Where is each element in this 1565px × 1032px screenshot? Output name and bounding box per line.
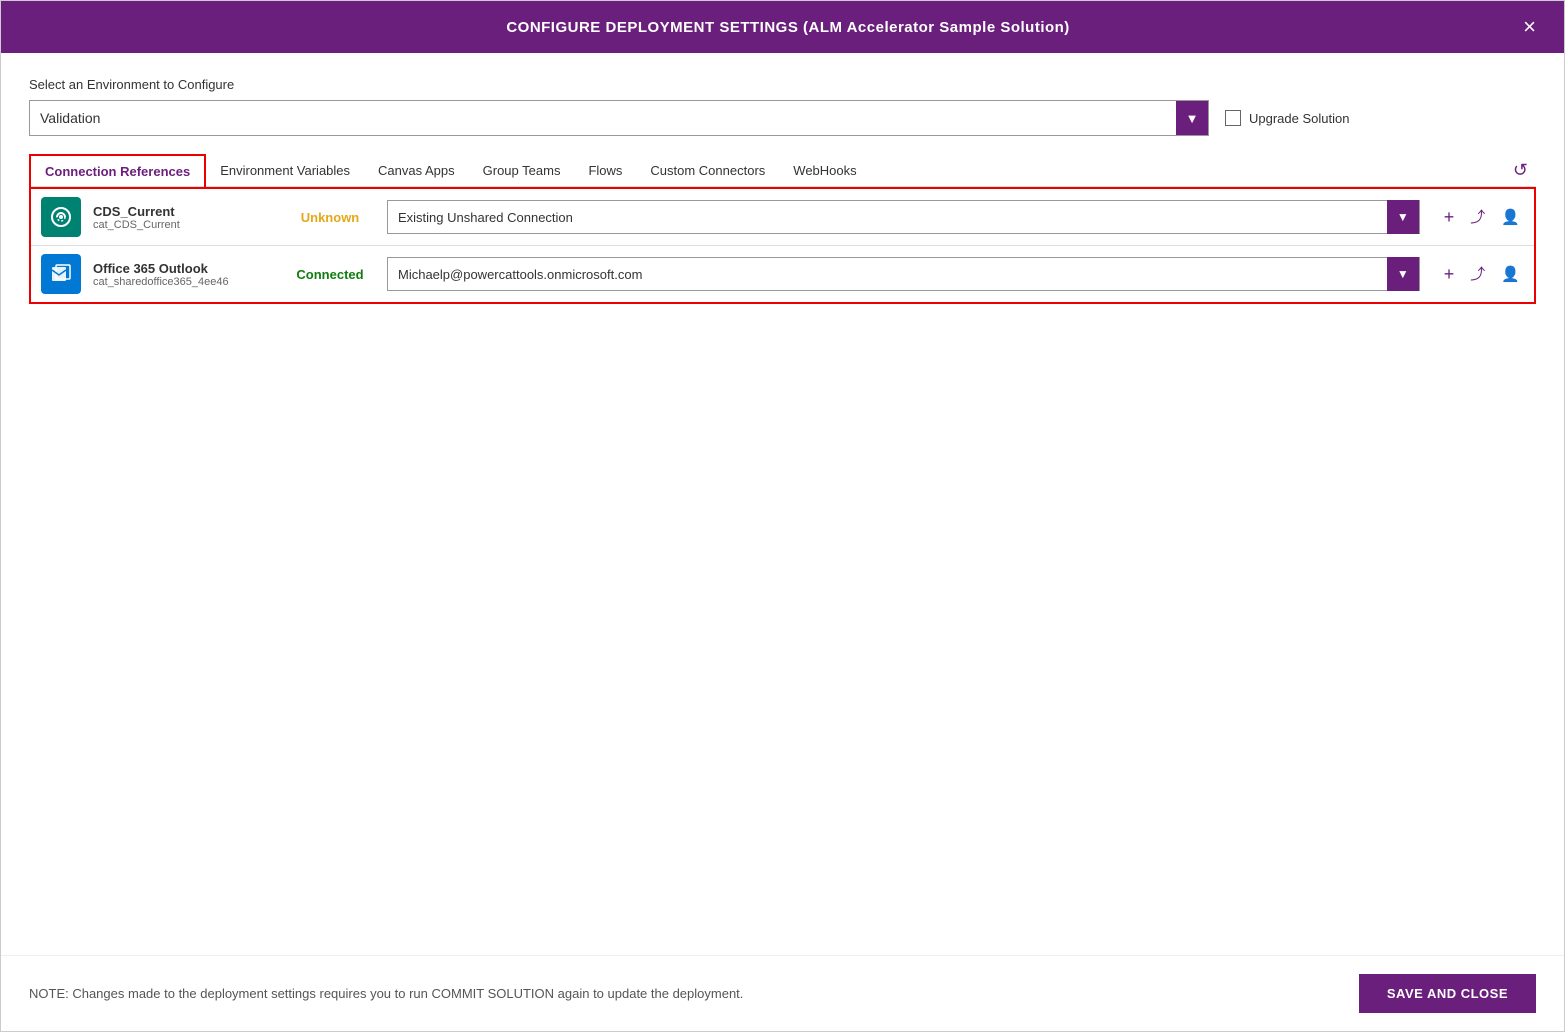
dialog-title: CONFIGURE DEPLOYMENT SETTINGS (ALM Accel… <box>57 19 1519 36</box>
outlook-open-button[interactable]: ⤴ <box>1466 265 1489 284</box>
cds-name: CDS_Current <box>93 204 273 219</box>
outlook-connection-dropdown[interactable]: Michaelp@powercattools.onmicrosoft.com ▼ <box>387 257 1420 291</box>
cds-connection-value: Existing Unshared Connection <box>398 210 573 225</box>
environment-dropdown[interactable]: Validation ▼ <box>29 100 1209 136</box>
tab-group-teams[interactable]: Group Teams <box>469 155 575 186</box>
table-row: CDS_Current cat_CDS_Current Unknown Exis… <box>31 189 1534 246</box>
outlook-subname: cat_sharedoffice365_4ee46 <box>93 276 273 288</box>
outlook-share-button[interactable]: 👤 <box>1497 265 1524 284</box>
cds-status: Unknown <box>285 210 375 225</box>
environment-dropdown-arrow: ▼ <box>1176 101 1208 135</box>
tab-connection-references[interactable]: Connection References <box>29 154 206 187</box>
refresh-icon[interactable]: ↺ <box>1505 156 1536 185</box>
tab-environment-variables[interactable]: Environment Variables <box>206 155 364 186</box>
dialog-body: Select an Environment to Configure Valid… <box>1 53 1564 955</box>
configure-deployment-dialog: CONFIGURE DEPLOYMENT SETTINGS (ALM Accel… <box>0 0 1565 1032</box>
outlook-name-block: Office 365 Outlook cat_sharedoffice365_4… <box>93 261 273 288</box>
footer-note: NOTE: Changes made to the deployment set… <box>29 986 743 1001</box>
tab-canvas-apps[interactable]: Canvas Apps <box>364 155 469 186</box>
tab-webhooks[interactable]: WebHooks <box>779 155 870 186</box>
table-row: Office 365 Outlook cat_sharedoffice365_4… <box>31 246 1534 302</box>
outlook-actions: + ⤴ 👤 <box>1440 263 1524 285</box>
outlook-connection-value: Michaelp@powercattools.onmicrosoft.com <box>398 267 642 282</box>
tab-custom-connectors[interactable]: Custom Connectors <box>636 155 779 186</box>
tabs-row: Connection References Environment Variab… <box>29 154 1536 187</box>
dialog-footer: NOTE: Changes made to the deployment set… <box>1 955 1564 1031</box>
outlook-status: Connected <box>285 267 375 282</box>
connections-table: CDS_Current cat_CDS_Current Unknown Exis… <box>29 187 1536 304</box>
outlook-add-button[interactable]: + <box>1440 263 1459 285</box>
env-select-label: Select an Environment to Configure <box>29 77 1536 92</box>
cds-subname: cat_CDS_Current <box>93 219 273 231</box>
cds-share-button[interactable]: 👤 <box>1497 208 1524 227</box>
outlook-name: Office 365 Outlook <box>93 261 273 276</box>
save-and-close-button[interactable]: SAVE AND CLOSE <box>1359 974 1536 1013</box>
outlook-dropdown-arrow: ▼ <box>1387 257 1419 291</box>
env-select-row: Validation ▼ Upgrade Solution <box>29 100 1536 136</box>
dialog-header: CONFIGURE DEPLOYMENT SETTINGS (ALM Accel… <box>1 1 1564 53</box>
cds-connection-dropdown[interactable]: Existing Unshared Connection ▼ <box>387 200 1420 234</box>
cds-dropdown-arrow: ▼ <box>1387 200 1419 234</box>
cds-actions: + ⤴ 👤 <box>1440 206 1524 228</box>
cds-add-button[interactable]: + <box>1440 206 1459 228</box>
cds-open-button[interactable]: ⤴ <box>1466 208 1489 227</box>
upgrade-solution-label: Upgrade Solution <box>1249 111 1349 126</box>
close-button[interactable]: × <box>1519 12 1540 42</box>
outlook-icon <box>41 254 81 294</box>
cds-icon <box>41 197 81 237</box>
cds-name-block: CDS_Current cat_CDS_Current <box>93 204 273 231</box>
upgrade-solution-checkbox[interactable] <box>1225 110 1241 126</box>
tab-flows[interactable]: Flows <box>574 155 636 186</box>
environment-dropdown-value: Validation <box>40 110 100 126</box>
upgrade-solution-option[interactable]: Upgrade Solution <box>1225 110 1349 126</box>
